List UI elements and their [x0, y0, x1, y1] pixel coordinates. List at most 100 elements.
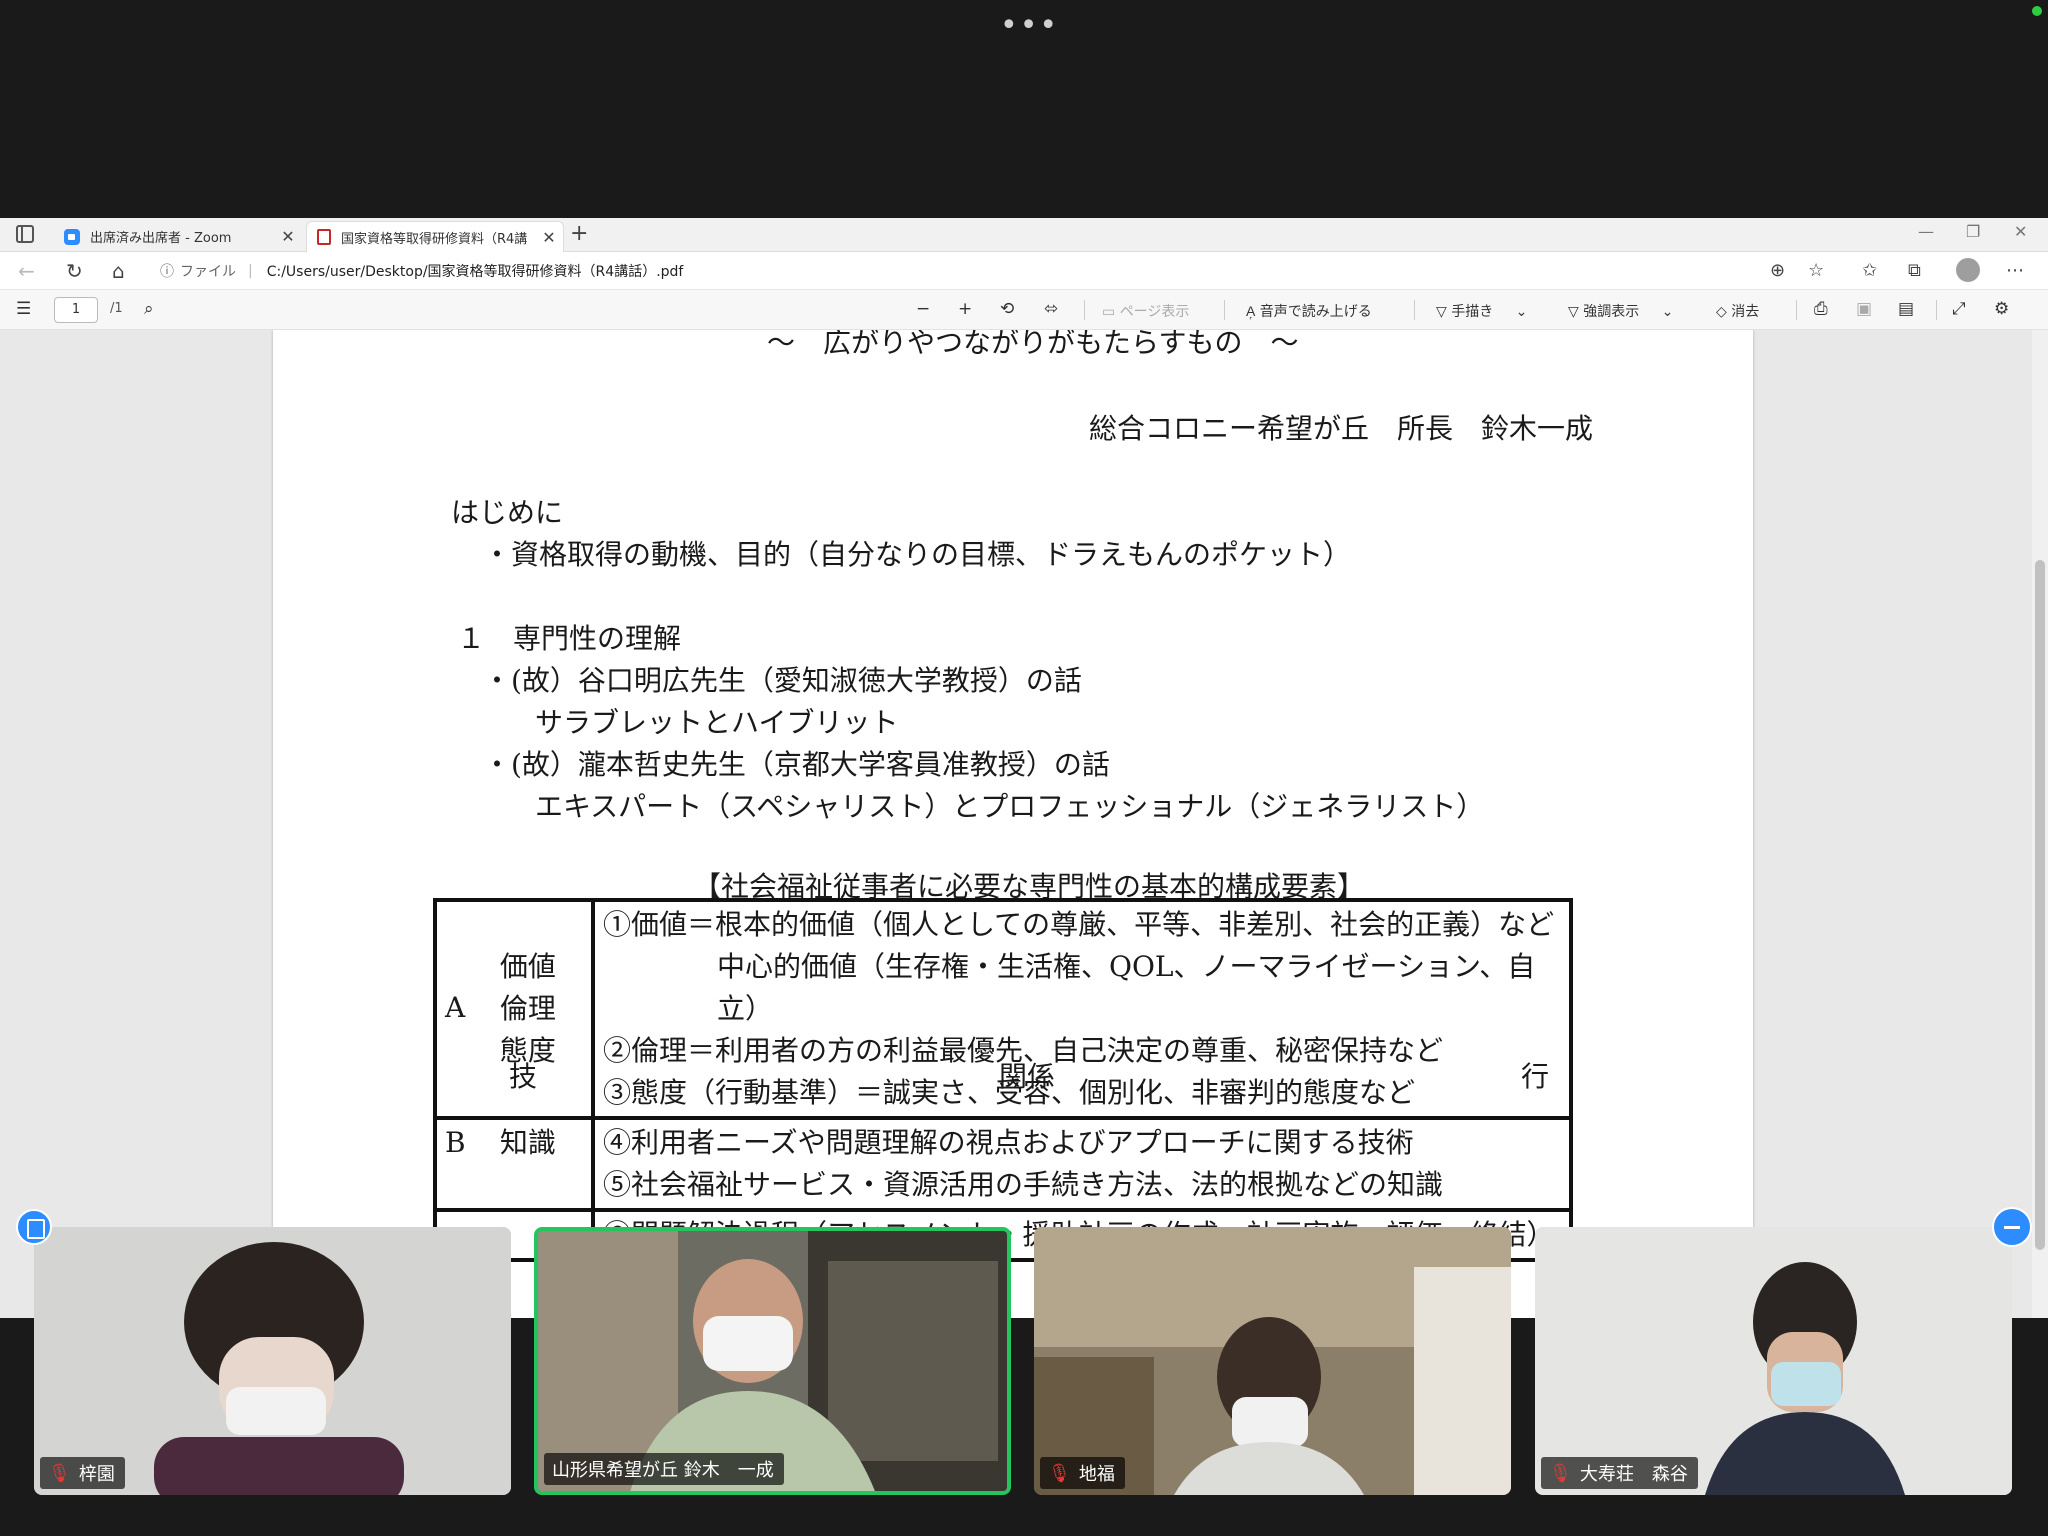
- chevron-down-icon[interactable]: ⌄: [1662, 304, 1674, 320]
- toolbar-divider: [1414, 300, 1415, 320]
- pdf-viewer[interactable]: ～ 広がりやつながりがもたらすもの ～ 総合コロニー希望が丘 所長 鈴木一成 は…: [0, 330, 2048, 1318]
- pdf-scrollbar[interactable]: [2032, 330, 2048, 1318]
- favorites-icon[interactable]: ✩: [1862, 260, 1877, 281]
- window-close-icon[interactable]: ✕: [2014, 222, 2027, 241]
- row-a-words: 価値 倫理 態度: [500, 946, 556, 1072]
- participant-video: [34, 1227, 511, 1495]
- url-separator: |: [248, 263, 253, 279]
- toolbar-divider: [1224, 300, 1225, 320]
- table-line: ④利用者ニーズや問題理解の視点およびアプローチに関する技術: [603, 1126, 1414, 1159]
- url-text: C:/Users/user/Desktop/国家資格等取得研修資料（R4講話）.…: [266, 264, 684, 280]
- highlight-label: 強調表示: [1583, 304, 1640, 320]
- obscured-fragment: 関係: [999, 1060, 1056, 1093]
- erase-label: 消去: [1731, 304, 1760, 320]
- participant-name: 山形県希望が丘 鈴木 一成: [552, 1460, 774, 1481]
- read-aloud-button[interactable]: A᷊ 音声で読み上げる: [1246, 301, 1372, 321]
- collections-icon[interactable]: ⧉: [1908, 260, 1921, 281]
- document-subtitle: ～ 広がりやつながりがもたらすもの ～: [767, 330, 1299, 359]
- participant-name-tag: 🎙 地福: [1040, 1457, 1125, 1489]
- contents-icon[interactable]: ☰: [16, 299, 31, 319]
- tab-zoom[interactable]: 出席済み出席者 - Zoom ✕: [54, 221, 302, 252]
- document-author: 総合コロニー希望が丘 所長 鈴木一成: [1089, 412, 1594, 445]
- participant-name: 梓園: [78, 1464, 115, 1485]
- fullscreen-icon[interactable]: ⤢: [1952, 299, 1966, 319]
- intro-bullet: ・資格取得の動機、目的（自分なりの目標、ドラえもんのポケット）: [483, 538, 1352, 571]
- participant-video: [1034, 1227, 1511, 1495]
- highlight-button[interactable]: ▽ 強調表示 ⌄: [1568, 301, 1673, 321]
- zoom-share-top-area: •••: [0, 0, 2048, 218]
- read-aloud-icon: A᷊: [1246, 304, 1260, 320]
- scrollbar-thumb[interactable]: [2035, 560, 2045, 1250]
- browser-window: 出席済み出席者 - Zoom ✕ 国家資格等取得研修資料（R4講 ✕ + — ❐…: [0, 218, 2048, 1318]
- participant-name: 大寿荘 森谷: [1579, 1464, 1688, 1485]
- mic-muted-icon: 🎙: [1048, 1462, 1071, 1484]
- row-b-content: ④利用者ニーズや問題理解の視点およびアプローチに関する技術 ⑤社会福祉サービス・…: [591, 1116, 1573, 1212]
- toolbar-divider: [1084, 300, 1085, 320]
- print-icon[interactable]: ⎙: [1814, 299, 1828, 319]
- table-line: ①価値＝根本的価値（個人としての尊厳、平等、非差別、社会的正義）など: [603, 908, 1555, 941]
- tab-pdf[interactable]: 国家資格等取得研修資料（R4講 ✕: [306, 221, 564, 252]
- page-view-icon: ▭: [1102, 304, 1120, 320]
- refresh-icon[interactable]: ↻: [66, 259, 83, 283]
- toolbar-divider: [1936, 300, 1937, 320]
- tab-close-icon[interactable]: ✕: [274, 227, 302, 246]
- table-line: ②倫理＝利用者の方の利益最優先、自己決定の尊重、秘密保持など: [603, 1034, 1444, 1067]
- tab-strip: 出席済み出席者 - Zoom ✕ 国家資格等取得研修資料（R4講 ✕ + — ❐…: [0, 218, 2048, 252]
- zoom-in-icon[interactable]: +: [958, 299, 972, 319]
- toolbar-divider: [1796, 300, 1797, 320]
- obscured-fragment: 技: [509, 1060, 538, 1093]
- row-a-word: 倫理: [499, 992, 556, 1025]
- participant-name-tag: 🎙 梓園: [40, 1457, 125, 1489]
- page-view-label: ページ表示: [1119, 304, 1190, 320]
- row-a-content: ①価値＝根本的価値（個人としての尊厳、平等、非差別、社会的正義）など 中心的価値…: [591, 898, 1573, 1120]
- draw-label: 手描き: [1451, 304, 1494, 320]
- chevron-down-icon[interactable]: ⌄: [1516, 304, 1528, 320]
- participant-tile-1[interactable]: 🎙 梓園: [34, 1227, 511, 1495]
- fit-page-icon[interactable]: ⬄: [1044, 299, 1058, 319]
- favorite-add-icon[interactable]: ☆: [1808, 260, 1824, 281]
- minimize-icon[interactable]: —: [1918, 222, 1934, 241]
- profile-avatar[interactable]: [1956, 258, 1980, 282]
- share-indicator-icon: [2032, 6, 2042, 16]
- minimize-gallery-icon[interactable]: [1992, 1207, 2032, 1247]
- save-icon[interactable]: ▣: [1856, 299, 1872, 319]
- row-b-letter: B: [445, 1126, 466, 1159]
- url-field[interactable]: ⓘ ファイル | C:/Users/user/Desktop/国家資格等取得研修…: [160, 256, 1800, 286]
- participant-video: [1535, 1227, 2012, 1495]
- participant-tile-4[interactable]: 🎙 大寿荘 森谷: [1535, 1227, 2012, 1495]
- section1-bullet2-sub: エキスパート（スペシャリスト）とプロフェッショナル（ジェネラリスト）: [535, 790, 1485, 823]
- zoom-page-icon[interactable]: ⊕: [1770, 260, 1785, 281]
- eraser-icon: ◇: [1716, 304, 1732, 320]
- tab-close-icon[interactable]: ✕: [535, 228, 563, 247]
- rotate-icon[interactable]: ⟲: [1000, 299, 1014, 319]
- page-number-input[interactable]: 1: [54, 297, 98, 323]
- restore-icon[interactable]: ❐: [1966, 222, 1980, 241]
- draw-button[interactable]: ▽ 手描き ⌄: [1436, 301, 1527, 321]
- table-line: 中心的価値（生存権・生活権、QOL、ノーマライゼーション、自立）: [717, 950, 1536, 1025]
- table-line: ③態度（行動基準）＝誠実さ、受容、個別化、非審判的態度など: [603, 1076, 1416, 1109]
- page-view-button[interactable]: ▭ ページ表示: [1102, 301, 1189, 321]
- participant-name-tag: 山形県希望が丘 鈴木 一成: [544, 1453, 784, 1485]
- more-options-icon[interactable]: •••: [1000, 11, 1059, 41]
- pdf-settings-icon[interactable]: ⚙: [1994, 299, 2009, 319]
- back-icon[interactable]: ←: [18, 259, 35, 283]
- home-icon[interactable]: ⌂: [112, 259, 125, 283]
- search-icon[interactable]: ⌕: [144, 299, 154, 319]
- new-tab-icon[interactable]: +: [570, 221, 588, 246]
- switch-view-icon[interactable]: [16, 1209, 52, 1245]
- erase-button[interactable]: ◇ 消去: [1716, 301, 1759, 321]
- participant-tile-2[interactable]: 山形県希望が丘 鈴木 一成: [534, 1227, 1011, 1495]
- tab-actions-icon[interactable]: [16, 225, 34, 243]
- mic-muted-icon: 🎙: [48, 1462, 71, 1484]
- save-as-icon[interactable]: ▤: [1898, 299, 1914, 319]
- address-bar: ← ↻ ⌂ ⓘ ファイル | C:/Users/user/Desktop/国家資…: [0, 252, 2048, 290]
- read-aloud-label: 音声で読み上げる: [1259, 304, 1372, 320]
- highlighter-icon: ▽: [1568, 304, 1584, 320]
- table-line: ⑤社会福祉サービス・資源活用の手続き方法、法的根拠などの知識: [603, 1168, 1444, 1201]
- participant-name: 地福: [1078, 1464, 1115, 1485]
- participant-name-tag: 🎙 大寿荘 森谷: [1541, 1457, 1698, 1489]
- settings-more-icon[interactable]: ⋯: [2006, 260, 2024, 281]
- participant-tile-3[interactable]: 🎙 地福: [1034, 1227, 1511, 1495]
- info-icon[interactable]: ⓘ: [160, 261, 174, 281]
- zoom-out-icon[interactable]: −: [916, 299, 930, 319]
